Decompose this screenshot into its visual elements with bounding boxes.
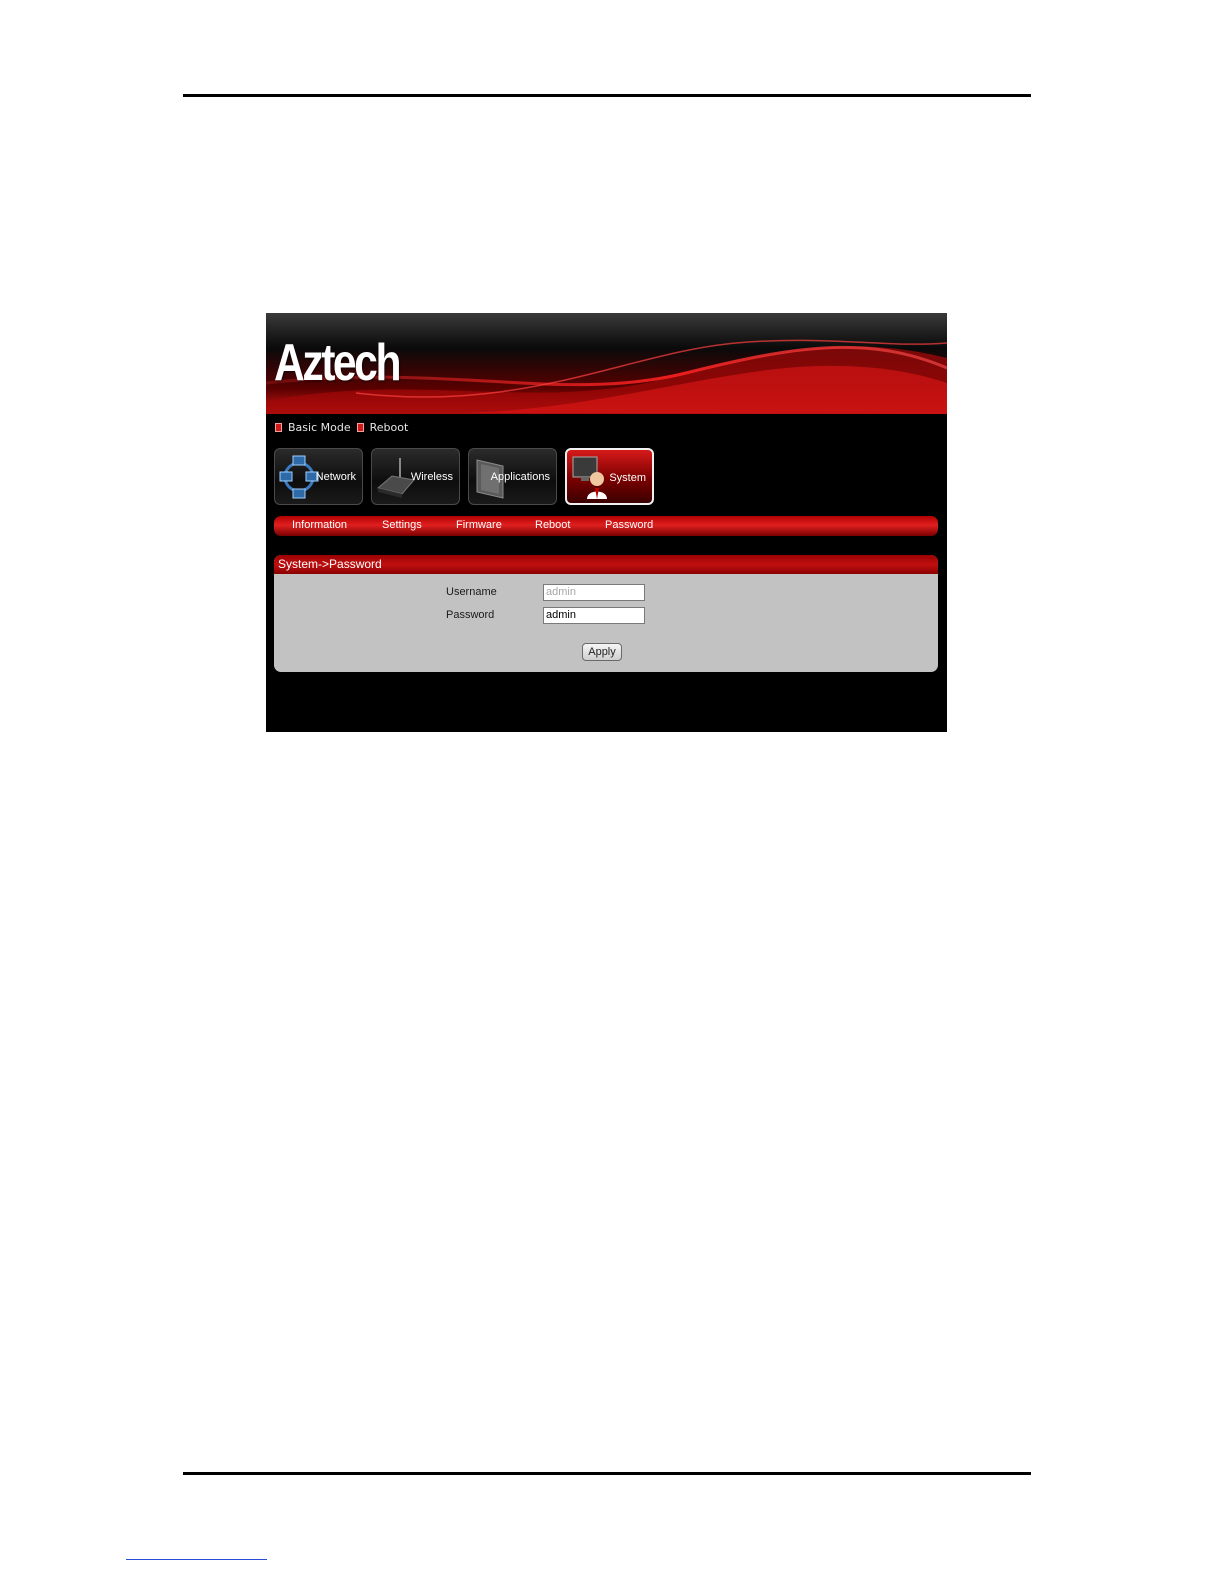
subnav-settings[interactable]: Settings — [382, 519, 422, 531]
panel-title: System->Password — [274, 555, 938, 574]
bullet-icon — [275, 422, 282, 432]
username-label: Username — [446, 586, 497, 598]
apply-button[interactable]: Apply — [582, 643, 622, 661]
nav-applications-label: Applications — [490, 471, 550, 483]
bullet-icon — [356, 422, 364, 432]
reboot-link[interactable]: Reboot — [356, 420, 409, 434]
nav-network-button[interactable]: Network — [274, 448, 363, 505]
reboot-label: Reboot — [369, 420, 409, 434]
nav-system-button[interactable]: System — [565, 448, 654, 505]
nav-wireless-button[interactable]: Wireless — [371, 448, 460, 505]
page-footer-rule — [183, 1472, 1031, 1475]
system-user-icon — [572, 456, 607, 499]
basic-mode-label: Basic Mode — [288, 420, 351, 434]
password-field[interactable]: admin — [543, 607, 645, 624]
password-panel: System->Password Username admin Password… — [274, 555, 938, 672]
nav-wireless-label: Wireless — [410, 471, 453, 483]
header-banner: Aztech — [266, 313, 947, 414]
subnav-reboot[interactable]: Reboot — [535, 519, 570, 531]
nav-applications-button[interactable]: Applications — [468, 448, 557, 505]
footer-link-underline — [126, 1559, 267, 1560]
subnav-information[interactable]: Information — [292, 519, 347, 531]
page-header-rule — [183, 94, 1031, 97]
subnav-password[interactable]: Password — [605, 519, 653, 531]
password-label: Password — [446, 609, 495, 621]
router-admin-screenshot: Aztech Basic Mode Reboot Network Wireles… — [266, 313, 947, 732]
nav-system-label: System — [609, 472, 646, 484]
username-field[interactable]: admin — [543, 584, 645, 601]
main-nav: Network Wireless Applications System — [274, 448, 662, 505]
aztech-logo: Aztech — [274, 334, 402, 392]
subnav-firmware[interactable]: Firmware — [456, 519, 502, 531]
top-links: Basic Mode Reboot — [275, 419, 414, 435]
sub-nav-bar: Information Settings Firmware Reboot Pas… — [274, 516, 938, 536]
nav-network-label: Network — [315, 471, 356, 483]
network-icon — [279, 455, 319, 499]
basic-mode-link[interactable]: Basic Mode — [275, 421, 351, 434]
